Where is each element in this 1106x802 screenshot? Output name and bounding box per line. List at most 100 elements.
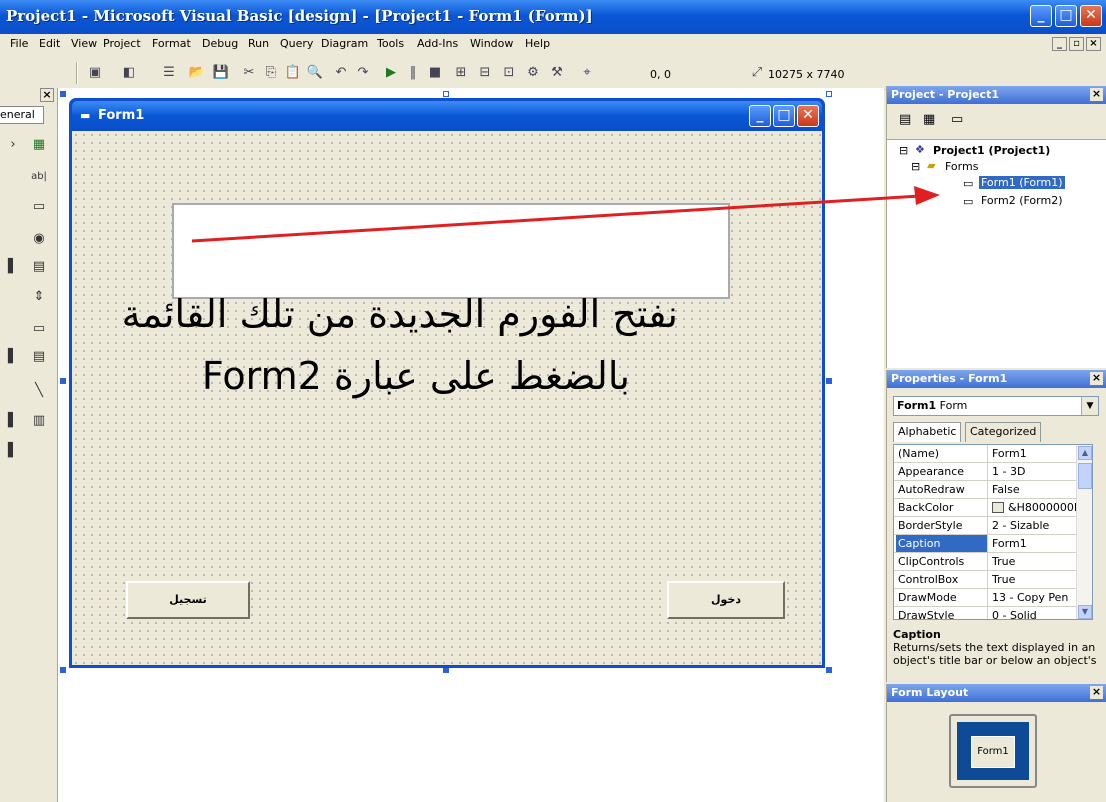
property-grid-scrollbar[interactable]: ▲ ▼ — [1076, 445, 1092, 619]
property-row[interactable]: BackColor &H8000000F — [894, 499, 1092, 517]
property-row[interactable]: Appearance 1 - 3D — [894, 463, 1092, 481]
form-textbox[interactable] — [172, 203, 730, 299]
undo-icon[interactable]: ↶ — [332, 64, 350, 82]
paste-icon[interactable]: 📋 — [284, 64, 302, 82]
menu-editor-icon[interactable]: ☰ — [160, 64, 178, 82]
property-value[interactable]: &H8000000F — [992, 499, 1082, 516]
property-value[interactable]: False — [992, 481, 1082, 498]
property-value[interactable]: 2 - Sizable — [992, 517, 1082, 534]
toggle-folders-icon[interactable]: ▭ — [951, 112, 963, 127]
file-icon[interactable]: ▤ — [28, 346, 50, 368]
tree-item-form2[interactable]: Form2 (Form2) — [981, 194, 1063, 207]
tree-folder-forms[interactable]: Forms — [945, 160, 978, 173]
end-icon[interactable]: ■ — [426, 64, 444, 82]
menu-addins[interactable]: Add-Ins — [417, 37, 458, 50]
ole-icon[interactable]: ▌ — [2, 440, 24, 462]
scroll-thumb[interactable] — [1078, 463, 1092, 489]
layout-form-preview[interactable]: Form1 — [971, 736, 1015, 768]
mdi-restore-button[interactable]: ▫ — [1069, 37, 1084, 51]
combo-icon[interactable]: ▌ — [2, 256, 24, 278]
tree-expand-icon[interactable]: ⊟ — [911, 160, 920, 173]
break-icon[interactable]: ‖ — [404, 64, 422, 82]
menu-query[interactable]: Query — [280, 37, 313, 50]
property-row[interactable]: ClipControls True — [894, 553, 1092, 571]
menu-run[interactable]: Run — [248, 37, 269, 50]
timer-icon[interactable]: ▭ — [28, 318, 50, 340]
line-icon[interactable]: ╲ — [28, 380, 50, 402]
menu-help[interactable]: Help — [525, 37, 550, 50]
properties-panel-close-button[interactable]: × — [1090, 372, 1103, 385]
property-row[interactable]: DrawStyle 0 - Solid — [894, 607, 1092, 619]
property-value[interactable]: 0 - Solid — [992, 607, 1082, 619]
property-row[interactable]: (Name) Form1 — [894, 445, 1092, 463]
menu-edit[interactable]: Edit — [39, 37, 60, 50]
frame-icon[interactable]: ▭ — [28, 196, 50, 218]
form-layout-icon[interactable]: ⊡ — [500, 64, 518, 82]
listbox-icon[interactable]: ▤ — [28, 256, 50, 278]
vscroll-icon[interactable]: ⇕ — [28, 286, 50, 308]
property-value[interactable]: 1 - 3D — [992, 463, 1082, 480]
menu-project[interactable]: Project — [103, 37, 141, 50]
scroll-up-icon[interactable]: ▲ — [1078, 446, 1092, 460]
pointer-icon[interactable]: › — [2, 134, 24, 156]
menu-format[interactable]: Format — [152, 37, 191, 50]
menu-window[interactable]: Window — [470, 37, 513, 50]
menu-debug[interactable]: Debug — [202, 37, 238, 50]
register-button[interactable]: تسجيل — [126, 581, 250, 619]
property-row[interactable]: BorderStyle 2 - Sizable — [894, 517, 1092, 535]
data-icon[interactable]: ▥ — [28, 410, 50, 432]
add-project-icon[interactable]: ▣ — [86, 64, 104, 82]
menu-file[interactable]: File — [10, 37, 28, 50]
property-row-selected[interactable]: Caption Form1 — [894, 535, 1092, 553]
resize-handle[interactable] — [826, 378, 832, 384]
menu-tools[interactable]: Tools — [377, 37, 404, 50]
start-icon[interactable]: ▶ — [382, 64, 400, 82]
scroll-down-icon[interactable]: ▼ — [1078, 605, 1092, 619]
tab-alphabetic[interactable]: Alphabetic — [893, 422, 962, 442]
toolbox-tab-general[interactable]: eneral — [0, 106, 44, 124]
save-project-icon[interactable]: 💾 — [212, 64, 230, 82]
project-explorer-icon[interactable]: ⊞ — [452, 64, 470, 82]
menu-diagram[interactable]: Diagram — [321, 37, 368, 50]
tab-categorized[interactable]: Categorized — [965, 422, 1042, 442]
login-button[interactable]: دخول — [667, 581, 785, 619]
property-value[interactable]: True — [992, 553, 1082, 570]
property-row[interactable]: AutoRedraw False — [894, 481, 1092, 499]
resize-handle[interactable] — [60, 91, 66, 97]
open-project-icon[interactable]: 📂 — [188, 64, 206, 82]
property-value[interactable]: Form1 — [992, 445, 1082, 462]
property-row[interactable]: DrawMode 13 - Copy Pen — [894, 589, 1092, 607]
tree-project-root[interactable]: Project1 (Project1) — [933, 144, 1050, 157]
image-icon[interactable]: ▌ — [2, 410, 24, 432]
close-button[interactable]: ✕ — [1080, 5, 1102, 27]
tree-item-form1[interactable]: Form1 (Form1) — [979, 176, 1065, 189]
maximize-button[interactable]: □ — [1055, 5, 1077, 27]
form-close-button[interactable]: ✕ — [797, 105, 819, 127]
resize-handle[interactable] — [826, 667, 832, 673]
option-icon[interactable]: ◉ — [28, 228, 50, 250]
tree-expand-icon[interactable]: ⊟ — [899, 144, 908, 157]
add-form-icon[interactable]: ◧ — [120, 64, 138, 82]
object-selector[interactable]: Form1 Form ▼ — [893, 396, 1099, 416]
toolbox-icon[interactable]: ⚒ — [548, 64, 566, 82]
property-value[interactable]: True — [992, 571, 1082, 588]
picture-icon[interactable]: ▦ — [28, 134, 50, 156]
copy-icon[interactable]: ⎘ — [262, 64, 280, 82]
find-icon[interactable]: 🔍 — [306, 64, 324, 82]
cut-icon[interactable]: ✂ — [240, 64, 258, 82]
textbox-icon[interactable]: ab| — [28, 166, 50, 188]
project-panel-close-button[interactable]: × — [1090, 88, 1103, 101]
properties-window-icon[interactable]: ⊟ — [476, 64, 494, 82]
drive-icon[interactable]: ▌ — [2, 346, 24, 368]
toolbox-close-button[interactable]: × — [40, 88, 54, 102]
view-code-icon[interactable]: ▤ — [899, 112, 911, 127]
form-layout-close-button[interactable]: × — [1090, 686, 1103, 699]
property-value[interactable]: Form1 — [992, 535, 1082, 552]
property-value[interactable]: 13 - Copy Pen — [992, 589, 1082, 606]
object-browser-icon[interactable]: ⚙ — [524, 64, 542, 82]
form-maximize-button[interactable]: □ — [773, 105, 795, 127]
view-object-icon[interactable]: ▦ — [923, 112, 935, 127]
minimize-button[interactable]: _ — [1030, 5, 1052, 27]
redo-icon[interactable]: ↷ — [354, 64, 372, 82]
mdi-close-button[interactable]: × — [1086, 37, 1101, 51]
